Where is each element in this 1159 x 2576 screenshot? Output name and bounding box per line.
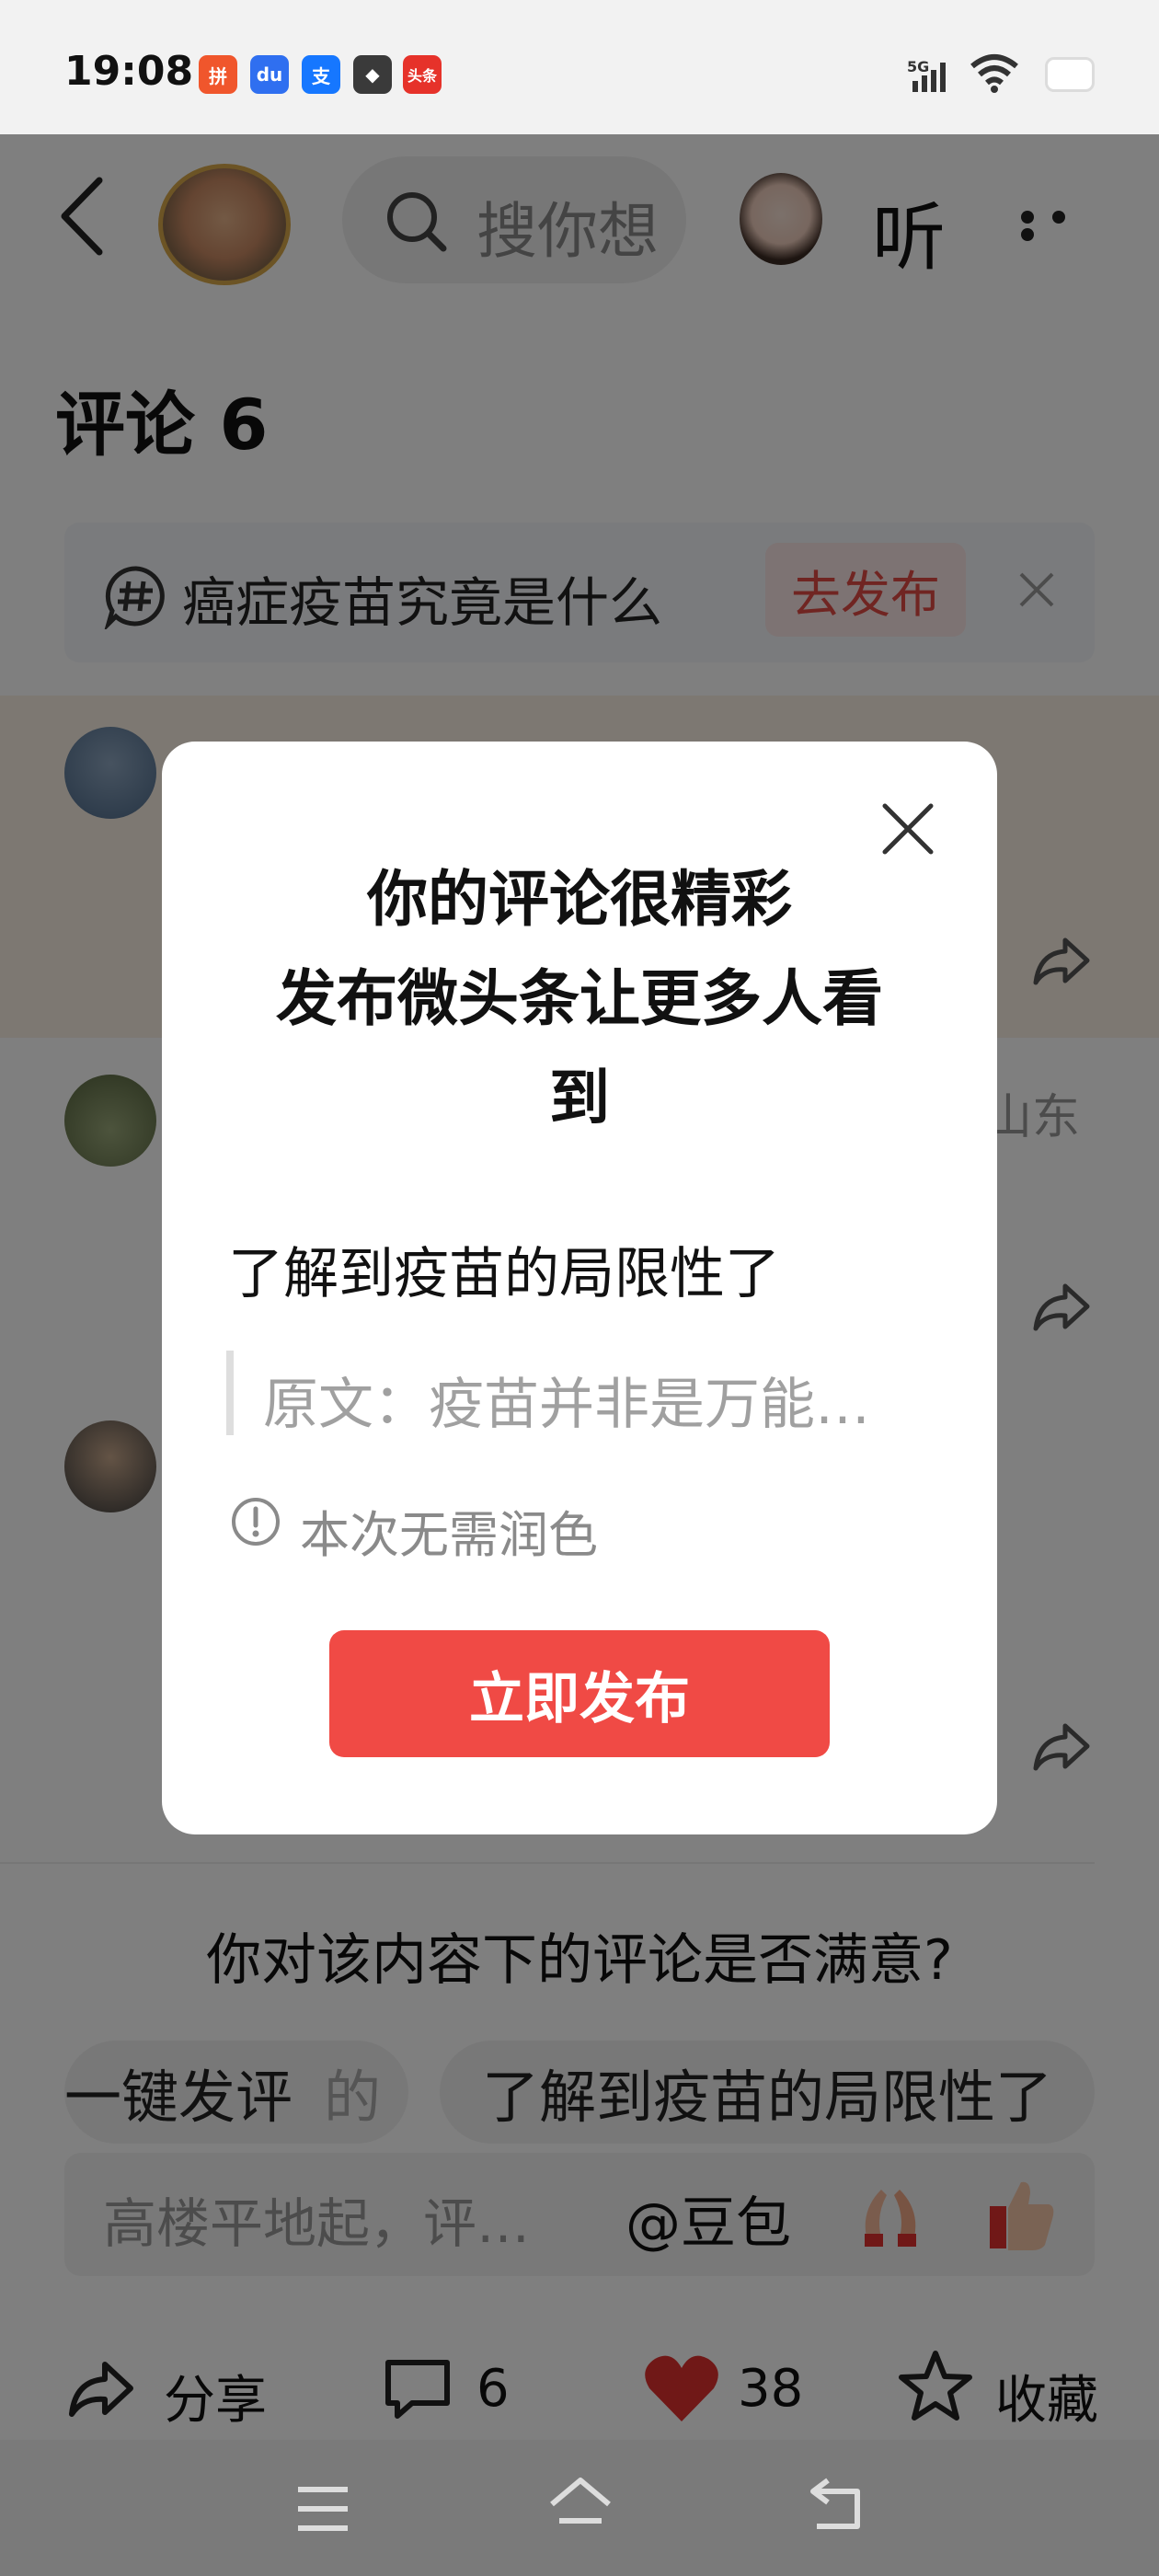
menu-icon[interactable] [294,2484,351,2534]
dialog-title-line: 你的评论很精彩 [367,864,792,935]
home-icon[interactable] [546,2475,614,2534]
game-app-icon: ◆ [353,55,392,94]
pinduoduo-app-icon: 拼 [199,55,237,94]
signal-icon: 5G [907,58,946,92]
dialog-title-line: 到 [549,1063,610,1133]
alipay-app-icon: 支 [302,55,340,94]
wifi-icon [970,54,1018,93]
status-time: 19:08 [64,48,194,95]
toutiao-app-icon: 头条 [403,55,442,94]
dialog-info-text: 本次无需润色 [300,1506,598,1564]
network-type-label: 5G [907,58,929,75]
back-nav-icon[interactable] [808,2475,865,2534]
dialog-title-line: 发布微头条让更多人看 [276,963,883,1034]
dialog-comment-text: 了解到疫苗的局限性了 [228,1242,780,1306]
quote-bar [226,1351,234,1435]
info-icon [232,1498,280,1546]
publish-now-button[interactable]: 立即发布 [329,1630,830,1757]
dialog-quote-text: 原文：疫苗并非是万能… [263,1373,870,1437]
baidu-app-icon: du [250,55,289,94]
dialog-title: 你的评论很精彩 发布微头条让更多人看 到 [221,850,938,1148]
dialog-close-icon[interactable] [879,800,936,857]
battery-icon [1045,57,1095,92]
